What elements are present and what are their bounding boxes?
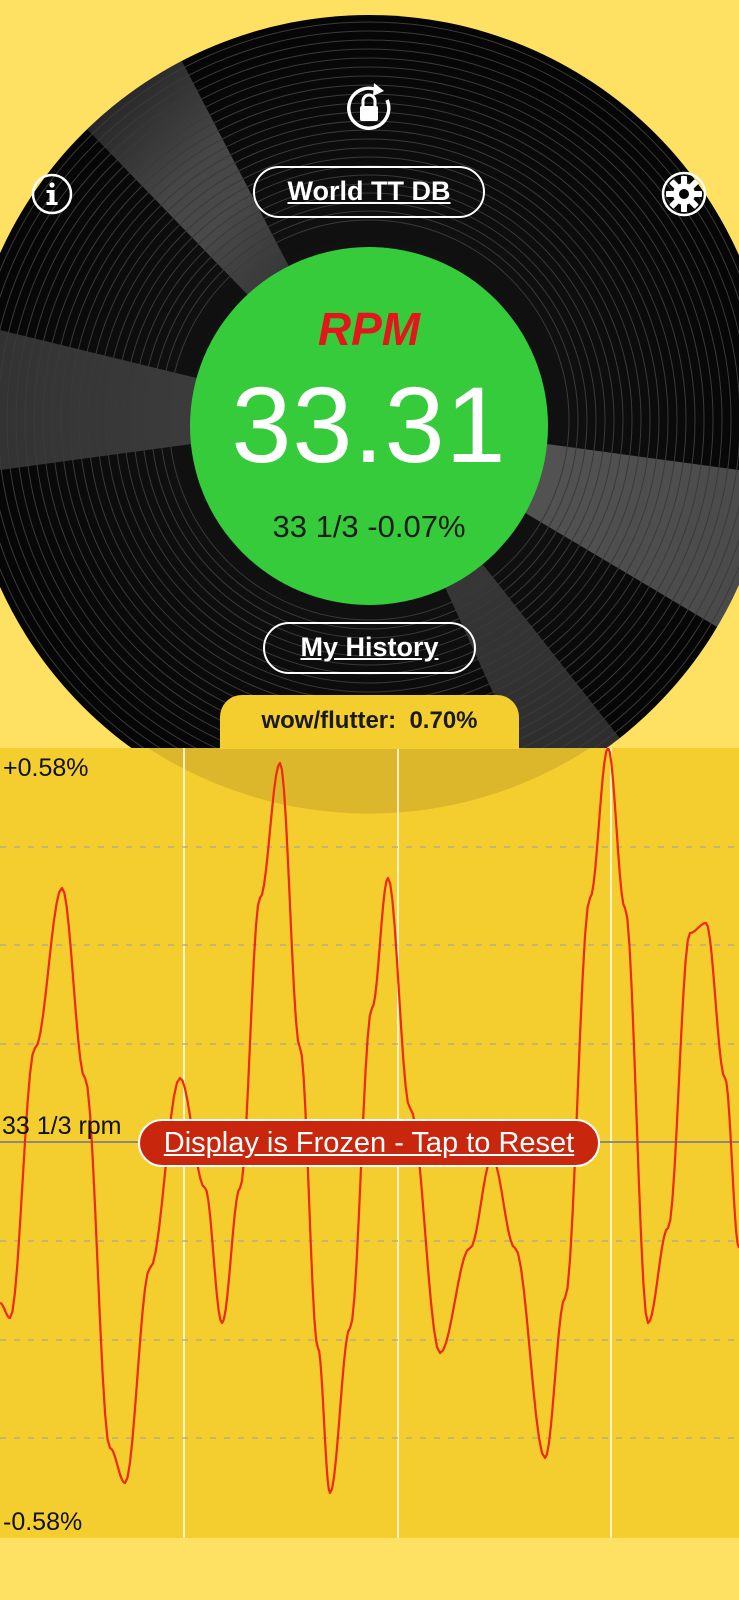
gear-icon[interactable]: [660, 170, 708, 218]
wow-flutter-tab: wow/flutter: 0.70%: [220, 695, 519, 749]
app-screen: World TT DB RPM 33.31 33 1/3 -0.07% My H…: [0, 0, 739, 1600]
reset-frozen-display-button[interactable]: Display is Frozen - Tap to Reset: [138, 1119, 600, 1167]
graph-center-label: 33 1/3 rpm: [2, 1112, 122, 1140]
rpm-readout-circle: RPM 33.31 33 1/3 -0.07%: [190, 247, 548, 605]
world-tt-db-button[interactable]: World TT DB: [253, 166, 485, 218]
info-icon[interactable]: [30, 172, 74, 216]
graph-bottom-label: -0.58%: [3, 1508, 83, 1536]
graph-top-label: +0.58%: [3, 754, 89, 782]
rpm-deviation: 33 1/3 -0.07%: [272, 509, 466, 544]
rpm-value: 33.31: [231, 364, 507, 485]
my-history-button[interactable]: My History: [263, 622, 476, 674]
rpm-label: RPM: [317, 303, 421, 355]
rotation-lock-icon[interactable]: [341, 80, 397, 136]
